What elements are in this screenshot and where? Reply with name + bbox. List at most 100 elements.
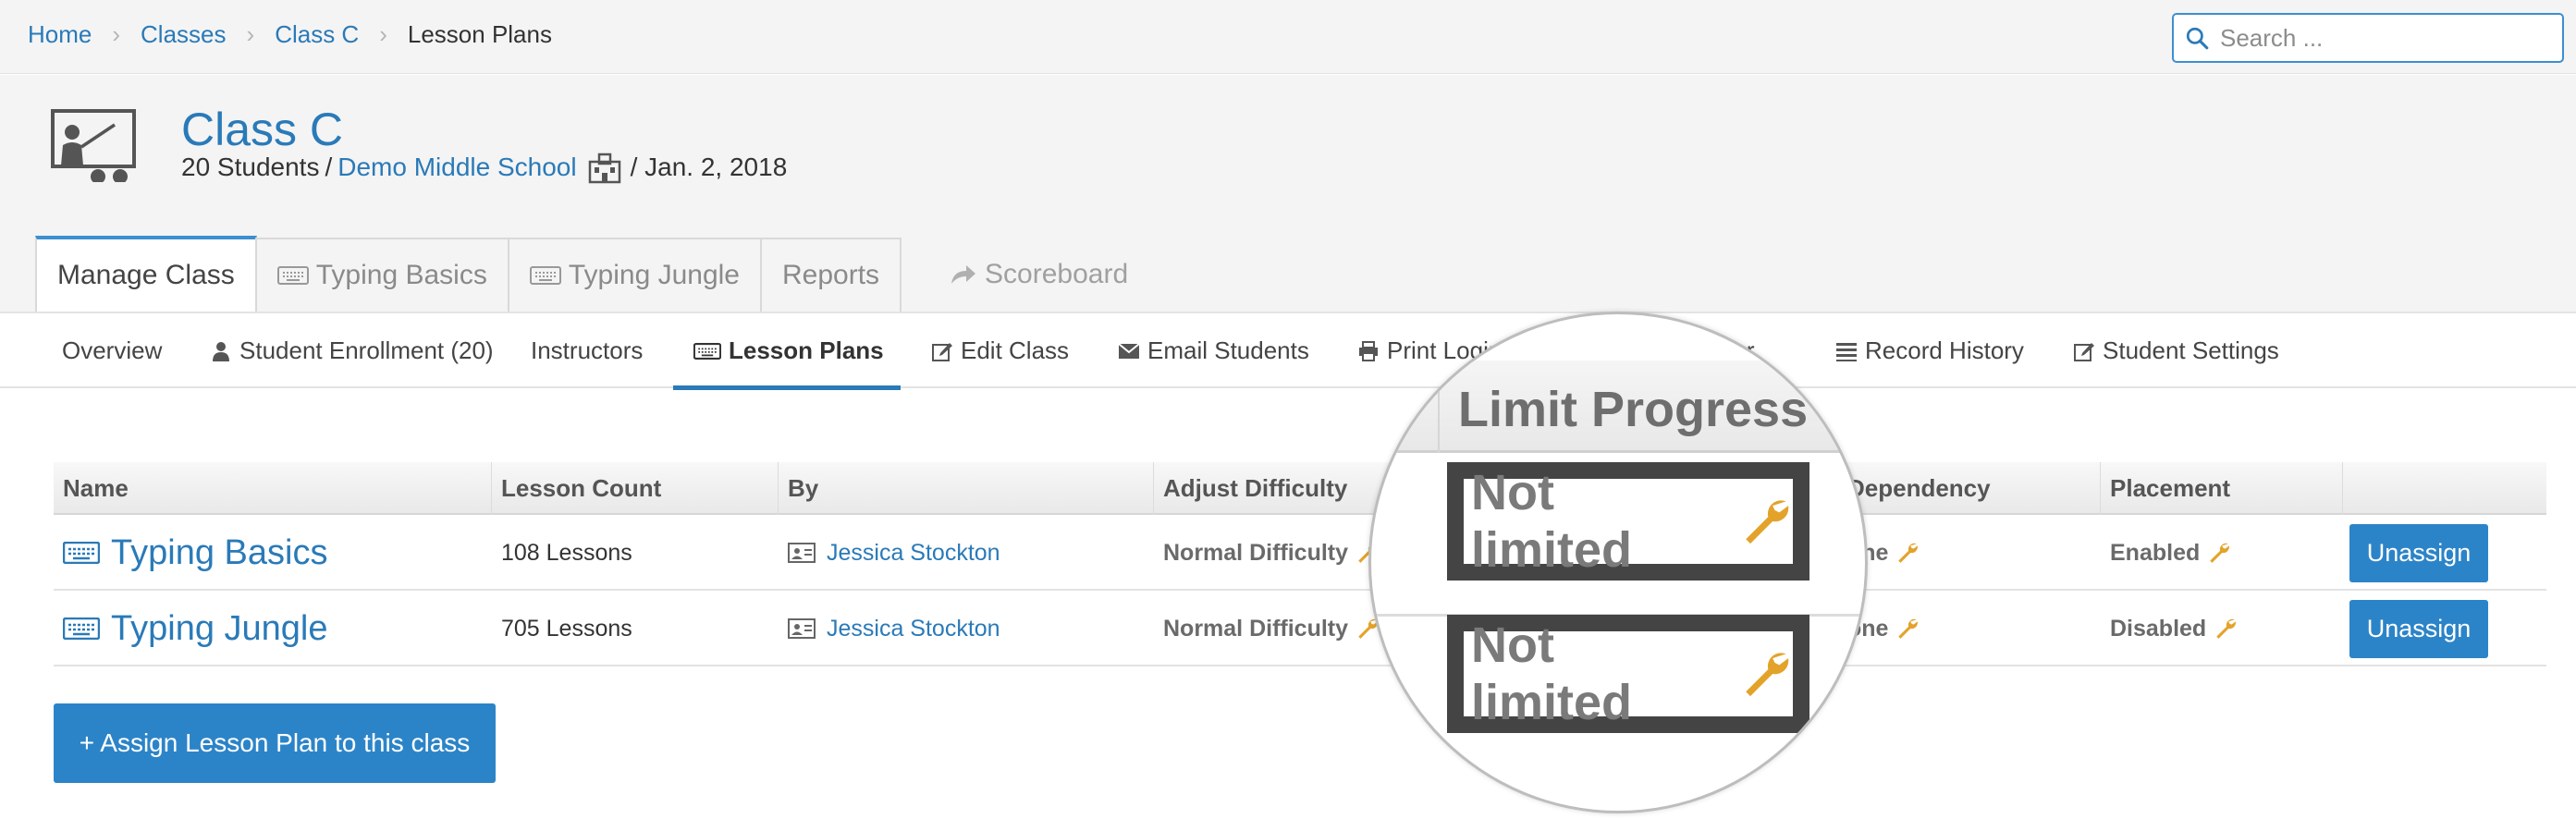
subnav-label: Record History (1865, 336, 2024, 364)
table-header: Name Lesson Count By Adjust Difficulty D… (54, 462, 2546, 515)
school-link[interactable]: Demo Middle School (337, 153, 576, 182)
unassign-button[interactable]: Unassign (2349, 524, 2488, 582)
search-box[interactable] (2172, 13, 2564, 63)
lesson-plan-name[interactable]: Typing Jungle (54, 591, 328, 666)
keyboard-icon (529, 266, 561, 285)
keyboard-icon (63, 542, 100, 564)
chevron-right-icon: › (112, 20, 121, 48)
subnav-lesson-plans[interactable]: Lesson Plans (673, 313, 901, 390)
edit-icon (932, 342, 952, 361)
search-icon (2186, 27, 2209, 50)
tab-manage-class[interactable]: Manage Class (35, 236, 257, 312)
separator: / (325, 153, 333, 181)
tab-reports[interactable]: Reports (760, 238, 902, 312)
wrench-icon[interactable] (2214, 617, 2238, 641)
sub-navigation: Overview Student Enrollment (20) Instruc… (0, 312, 2576, 390)
list-icon (1836, 342, 1857, 361)
author-link[interactable]: Jessica Stockton (827, 540, 1000, 567)
limit-progress-header: Limit Progress (1458, 382, 1809, 437)
breadcrumb-current: Lesson Plans (407, 20, 552, 48)
printer-icon (1359, 340, 1378, 361)
class-tabs: Manage Class Typing Basics Typing Jungle… (35, 236, 1148, 312)
tab-label: Typing Jungle (568, 260, 740, 290)
author-cell: Jessica Stockton (779, 591, 1000, 666)
column-header-dependency[interactable]: Dependency (1838, 462, 2101, 515)
tab-typing-basics[interactable]: Typing Basics (254, 238, 509, 312)
unassign-button[interactable]: Unassign (2349, 600, 2488, 658)
magnified-header: Limit Progress (1371, 361, 1865, 453)
wrench-icon[interactable] (1739, 495, 1793, 548)
column-divider (1438, 361, 1440, 453)
subnav-label: Instructors (531, 336, 644, 364)
subnav-student-enrollment[interactable]: Student Enrollment (20) (210, 313, 494, 388)
subnav-edit-class[interactable]: Edit Class (931, 313, 1069, 388)
limit-progress-value: Not limited (1471, 617, 1633, 730)
column-header-name[interactable]: Name (54, 462, 492, 515)
lesson-plan-link[interactable]: Typing Jungle (111, 609, 328, 649)
subnav-label: Student Enrollment (20) (239, 336, 494, 364)
column-header-by[interactable]: By (779, 462, 1154, 515)
tab-label: Reports (782, 260, 880, 290)
keyboard-icon (693, 342, 721, 360)
limit-progress-cell[interactable]: Not limited (1447, 462, 1809, 581)
subnav-student-settings[interactable]: Student Settings (2073, 313, 2279, 388)
class-title: Class C (181, 104, 344, 155)
keyboard-icon (63, 617, 100, 640)
chevron-right-icon: › (246, 20, 255, 48)
subnav-overview[interactable]: Overview (62, 313, 162, 388)
placement-value: Enabled (2110, 539, 2201, 566)
tab-label: Manage Class (57, 260, 235, 290)
class-subtitle: 20 Students / Demo Middle School / Jan. … (181, 151, 787, 184)
breadcrumb-classes[interactable]: Classes (141, 20, 226, 49)
edit-icon (2074, 342, 2094, 361)
breadcrumb: Home › Classes › Class C › Lesson Plans (28, 20, 552, 49)
placement-value: Disabled (2110, 615, 2207, 642)
column-header-placement[interactable]: Placement (2101, 462, 2343, 515)
difficulty-cell[interactable]: Normal Difficulty (1154, 591, 1380, 666)
wrench-icon[interactable] (1739, 647, 1793, 701)
table-row: Typing Basics 108 Lessons Jessica Stockt… (54, 515, 2546, 591)
subnav-label: Email Students (1147, 336, 1309, 364)
tab-typing-jungle[interactable]: Typing Jungle (507, 238, 762, 312)
wrench-icon[interactable] (1895, 617, 1920, 641)
id-card-icon (788, 618, 816, 639)
subnav-label: Edit Class (961, 336, 1070, 364)
difficulty-cell[interactable]: Normal Difficulty (1154, 515, 1380, 591)
wrench-icon[interactable] (1895, 541, 1920, 565)
id-card-icon (788, 543, 816, 563)
subnav-label: Overview (62, 336, 163, 364)
limit-progress-cell[interactable]: Not limited (1447, 615, 1809, 733)
magnifier-callout: Limit Progress Not limited Not limited (1368, 312, 1868, 813)
difficulty-value: Normal Difficulty (1163, 539, 1349, 566)
chevron-right-icon: › (379, 20, 387, 48)
column-header-actions (2343, 462, 2546, 515)
class-date: / Jan. 2, 2018 (630, 153, 788, 181)
author-cell: Jessica Stockton (779, 515, 1000, 591)
keyboard-icon (276, 266, 309, 285)
author-link[interactable]: Jessica Stockton (827, 616, 1000, 642)
subnav-instructors[interactable]: Instructors (531, 313, 643, 388)
search-input[interactable] (2220, 23, 2553, 53)
lesson-plan-link[interactable]: Typing Basics (111, 533, 327, 573)
breadcrumb-class-c[interactable]: Class C (275, 20, 359, 49)
tab-scoreboard[interactable]: Scoreboard (927, 238, 1148, 312)
difficulty-value: Normal Difficulty (1163, 615, 1349, 642)
placement-cell[interactable]: Enabled (2101, 515, 2231, 591)
wrench-icon[interactable] (2207, 541, 2231, 565)
school-building-icon (588, 153, 620, 184)
breadcrumb-home[interactable]: Home (28, 20, 92, 49)
envelope-icon (1118, 342, 1140, 359)
column-header-adjust-difficulty[interactable]: Adjust Difficulty (1154, 462, 1376, 515)
placement-cell[interactable]: Disabled (2101, 591, 2238, 666)
top-bar: Home › Classes › Class C › Lesson Plans (0, 0, 2576, 74)
subnav-email-students[interactable]: Email Students (1118, 313, 1309, 388)
tab-label: Scoreboard (985, 259, 1129, 289)
column-header-lesson-count[interactable]: Lesson Count (492, 462, 779, 515)
lesson-plan-name[interactable]: Typing Basics (54, 515, 327, 591)
lesson-count: 108 Lessons (501, 539, 632, 566)
assign-lesson-plan-button[interactable]: + Assign Lesson Plan to this class (54, 703, 496, 783)
table-row: Typing Jungle 705 Lessons Jessica Stockt… (54, 591, 2546, 666)
subnav-label: Lesson Plans (729, 336, 884, 364)
classroom-teacher-icon (51, 109, 136, 182)
share-arrow-icon (951, 265, 976, 284)
